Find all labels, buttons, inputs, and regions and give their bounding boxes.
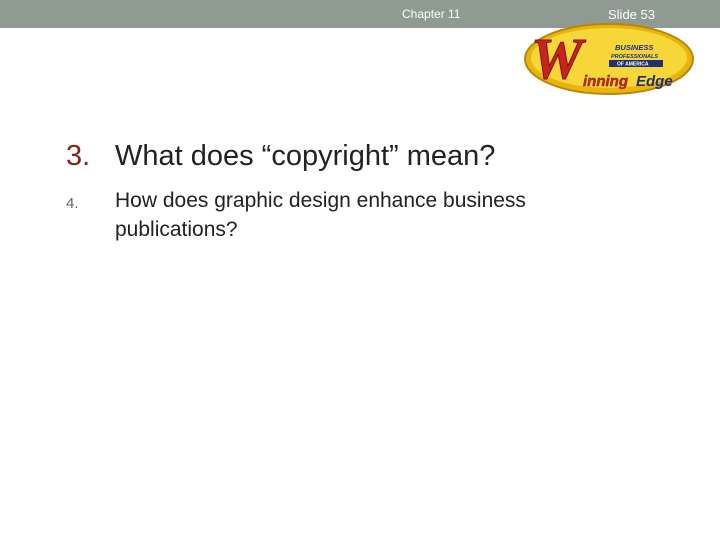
logo-line2: PROFESSIONALS	[611, 54, 658, 60]
question-3-number: 3.	[66, 140, 91, 172]
question-4-text: How does graphic design enhance business…	[115, 189, 526, 241]
slide-number: Slide 53	[608, 7, 655, 22]
logo-word-edge: Edge	[636, 73, 673, 90]
logo-word-inning: inning	[583, 73, 628, 90]
question-3: 3. What does “copyright” mean?	[66, 139, 680, 173]
winning-edge-logo: W BUSINESS PROFESSIONALS OF AMERICA inni…	[524, 23, 694, 95]
logo-w-letter: W	[531, 26, 586, 91]
logo-line3: OF AMERICA	[617, 62, 649, 68]
question-4-number: 4.	[66, 195, 79, 212]
question-4: 4. How does graphic design enhance busin…	[66, 186, 606, 244]
question-3-text: What does “copyright” mean?	[115, 140, 496, 172]
logo-line1: BUSINESS	[615, 43, 653, 52]
chapter-label: Chapter 11	[402, 7, 461, 21]
